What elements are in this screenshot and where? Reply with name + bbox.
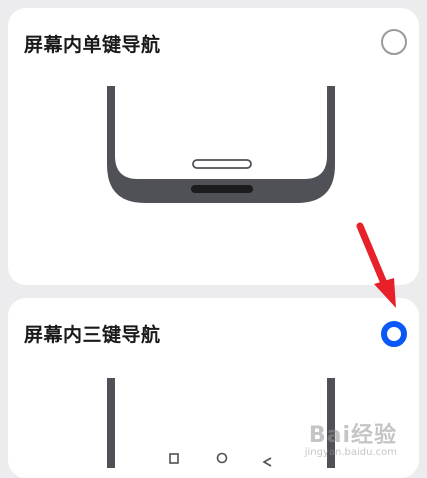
watermark: Bai经验 jingyan.baidu.com — [305, 417, 397, 458]
square-nav-icon — [169, 453, 179, 464]
circle-nav-icon — [216, 452, 228, 464]
home-indicator-icon — [191, 185, 253, 193]
radio-on-icon[interactable] — [381, 321, 407, 347]
gesture-bar-icon — [192, 159, 252, 169]
red-arrow-icon — [356, 222, 396, 308]
back-triangle-icon — [262, 457, 272, 467]
watermark-subtext: jingyan.baidu.com — [304, 447, 397, 458]
option-card-three-key[interactable]: 屏幕内三键导航 Bai经验 jingyan.baidu.com — [8, 298, 419, 478]
radio-off-icon[interactable] — [381, 29, 407, 55]
watermark-text: Bai经验 — [308, 423, 397, 448]
single-key-phone-illustration — [107, 86, 335, 203]
